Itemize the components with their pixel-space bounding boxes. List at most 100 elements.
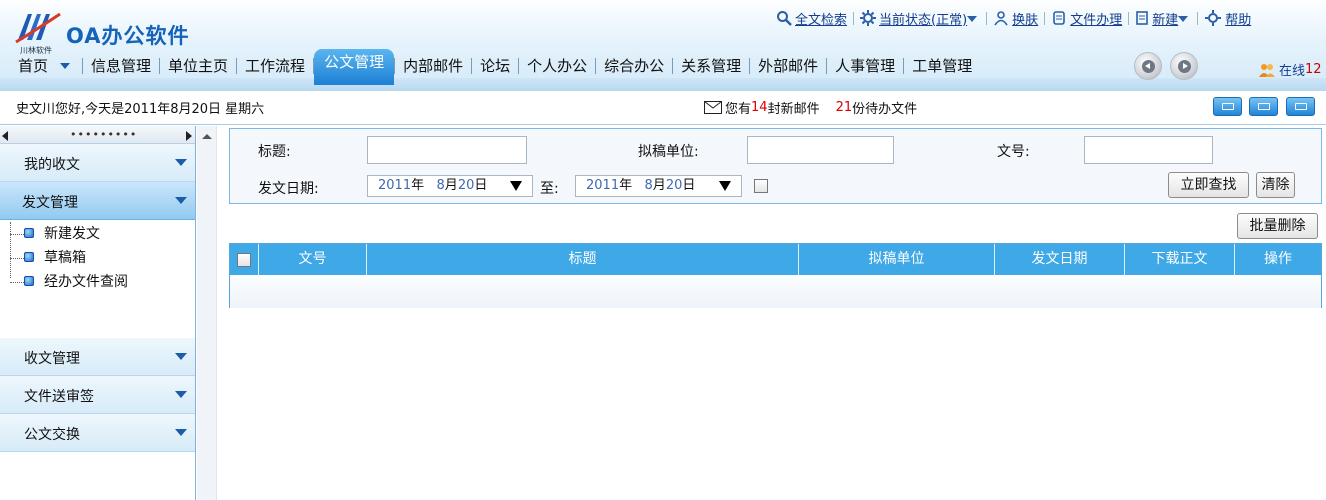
todo-count: 21 (835, 100, 853, 115)
nav-item-home[interactable]: 首页 (10, 53, 56, 79)
bullet-icon (24, 228, 34, 238)
search-button[interactable]: 立即查找 (1168, 172, 1249, 198)
todo-suffix: 份待办文件 (852, 102, 918, 117)
nav-prev-button[interactable] (1134, 52, 1162, 80)
nav-item-relations[interactable]: 关系管理 (673, 53, 749, 79)
day-value: 20 (457, 178, 475, 193)
column-header-date[interactable]: 发文日期 (995, 244, 1125, 275)
column-header-download[interactable]: 下载正文 (1125, 244, 1235, 275)
to-label: 至: (540, 181, 559, 197)
collapse-right-icon[interactable] (186, 131, 192, 141)
change-skin-label: 换肤 (1012, 12, 1039, 28)
sidebar-section-exchange[interactable]: 公文交换 (0, 414, 195, 452)
arrow-right-icon (1178, 60, 1191, 73)
nav-item-workflow[interactable]: 工作流程 (237, 53, 313, 79)
year-unit: 年 (411, 178, 425, 193)
nav-next-button[interactable] (1170, 52, 1198, 80)
nav-item-forum[interactable]: 论坛 (472, 53, 518, 79)
sidebar-subtree: 新建发文 草稿箱 经办文件查阅 (0, 220, 195, 338)
sidebar-section-review[interactable]: 文件送审签 (0, 376, 195, 414)
dropdown-arrow-icon (1178, 16, 1189, 22)
user-icon (994, 11, 1008, 26)
sidebar-item-drafts[interactable]: 草稿箱 (0, 246, 195, 270)
app-header: OA办公软件 川林软件 全文检索 当前状态(正常) 换肤 文件办理 新建 帮助 … (0, 0, 1326, 91)
nav-item-internal-mail[interactable]: 内部邮件 (395, 53, 471, 79)
docno-input[interactable] (1084, 136, 1213, 164)
day-unit: 日 (682, 178, 696, 193)
logo-text: OA办公软件 (66, 24, 190, 48)
column-header-title[interactable]: 标题 (367, 244, 799, 275)
nav-item-work-orders[interactable]: 工单管理 (904, 53, 980, 79)
sidebar-item-new-dispatch[interactable]: 新建发文 (0, 222, 195, 246)
layout-button[interactable] (1286, 97, 1315, 116)
chevron-down-icon (175, 429, 187, 436)
help-link[interactable]: 帮助 (1204, 9, 1251, 28)
toplink-divider (986, 11, 988, 25)
layout-icon (1295, 103, 1307, 110)
drag-handle-icon[interactable]: ••••••••• (70, 128, 137, 141)
new-link[interactable]: 新建 (1135, 9, 1191, 28)
date-to-select[interactable]: 2011年 8月20日 (575, 175, 742, 197)
select-all-cell (230, 244, 259, 275)
gear-icon (860, 10, 877, 26)
nav-item-unit-home[interactable]: 单位主页 (160, 53, 236, 79)
nav-item-hr[interactable]: 人事管理 (827, 53, 903, 79)
year-value: 2011 (378, 178, 412, 193)
bullet-icon (24, 276, 34, 286)
sidebar-section-receive[interactable]: 收文管理 (0, 338, 195, 376)
toplink-divider (1197, 11, 1199, 25)
nav-item-external-mail[interactable]: 外部邮件 (750, 53, 826, 79)
table-empty-row (230, 275, 1321, 308)
new-doc-icon (1136, 11, 1149, 25)
help-gear-icon (1205, 10, 1222, 26)
tree-line (10, 234, 24, 235)
tree-line (10, 282, 24, 283)
chevron-down-icon[interactable] (60, 63, 71, 69)
nav-item-document-mgmt[interactable]: 公文管理 (314, 49, 395, 85)
sidebar-toggle-bar[interactable]: ••••••••• (0, 126, 195, 144)
nav-item-general-office[interactable]: 综合办公 (596, 53, 672, 79)
nav-item-info[interactable]: 信息管理 (83, 53, 159, 79)
chevron-down-icon (175, 159, 187, 166)
sidebar-item-label: 新建发文 (44, 226, 100, 242)
sidebar-scrollbar[interactable] (197, 126, 217, 500)
sidebar-item-handled-files[interactable]: 经办文件查阅 (0, 270, 195, 294)
column-header-unit[interactable]: 拟稿单位 (799, 244, 995, 275)
current-status-link[interactable]: 当前状态(正常) (860, 9, 980, 28)
select-all-checkbox[interactable] (237, 253, 251, 267)
clear-button[interactable]: 清除 (1256, 172, 1295, 198)
users-icon (1259, 63, 1275, 77)
fulltext-search-link[interactable]: 全文检索 (776, 9, 847, 28)
sidebar-section-dispatch[interactable]: 发文管理 (0, 182, 195, 220)
info-button[interactable] (1213, 97, 1242, 116)
sidebar-section-inbox[interactable]: 我的收文 (0, 144, 195, 182)
toplink-divider (853, 11, 855, 25)
top-links: 全文检索 当前状态(正常) 换肤 文件办理 新建 帮助 (776, 8, 1251, 28)
date-from-select[interactable]: 2011年 8月20日 (367, 175, 533, 197)
monitor-button[interactable] (1249, 97, 1278, 116)
scroll-up-icon[interactable] (202, 134, 212, 139)
message-summary[interactable]: 您有 14 封新邮件 21 份待办文件 (704, 98, 917, 117)
sidebar-section-label: 我的收文 (24, 157, 80, 173)
monitor-icon (1258, 103, 1270, 110)
mail-suffix: 封新邮件 (767, 102, 820, 117)
title-input[interactable] (367, 136, 527, 164)
file-handling-link[interactable]: 文件办理 (1051, 9, 1122, 28)
column-header-actions[interactable]: 操作 (1235, 244, 1321, 275)
bullet-icon (24, 252, 34, 262)
dropdown-arrow-icon (510, 181, 522, 191)
column-header-docno[interactable]: 文号 (259, 244, 367, 275)
app-logo: OA办公软件 川林软件 (14, 8, 214, 55)
nav-item-personal-office[interactable]: 个人办公 (519, 53, 595, 79)
arrow-left-icon (1142, 60, 1155, 73)
change-skin-link[interactable]: 换肤 (993, 9, 1038, 28)
batch-delete-button[interactable]: 批量删除 (1237, 213, 1318, 239)
sidebar-item-label: 经办文件查阅 (44, 274, 128, 290)
collapse-left-icon[interactable] (2, 131, 8, 141)
logo-mark-icon (15, 12, 61, 44)
online-users[interactable]: 在线 12 (1258, 60, 1322, 79)
date-enable-checkbox[interactable] (754, 179, 768, 193)
online-count: 12 (1305, 62, 1322, 77)
new-label: 新建 (1152, 12, 1179, 28)
unit-input[interactable] (747, 136, 894, 164)
